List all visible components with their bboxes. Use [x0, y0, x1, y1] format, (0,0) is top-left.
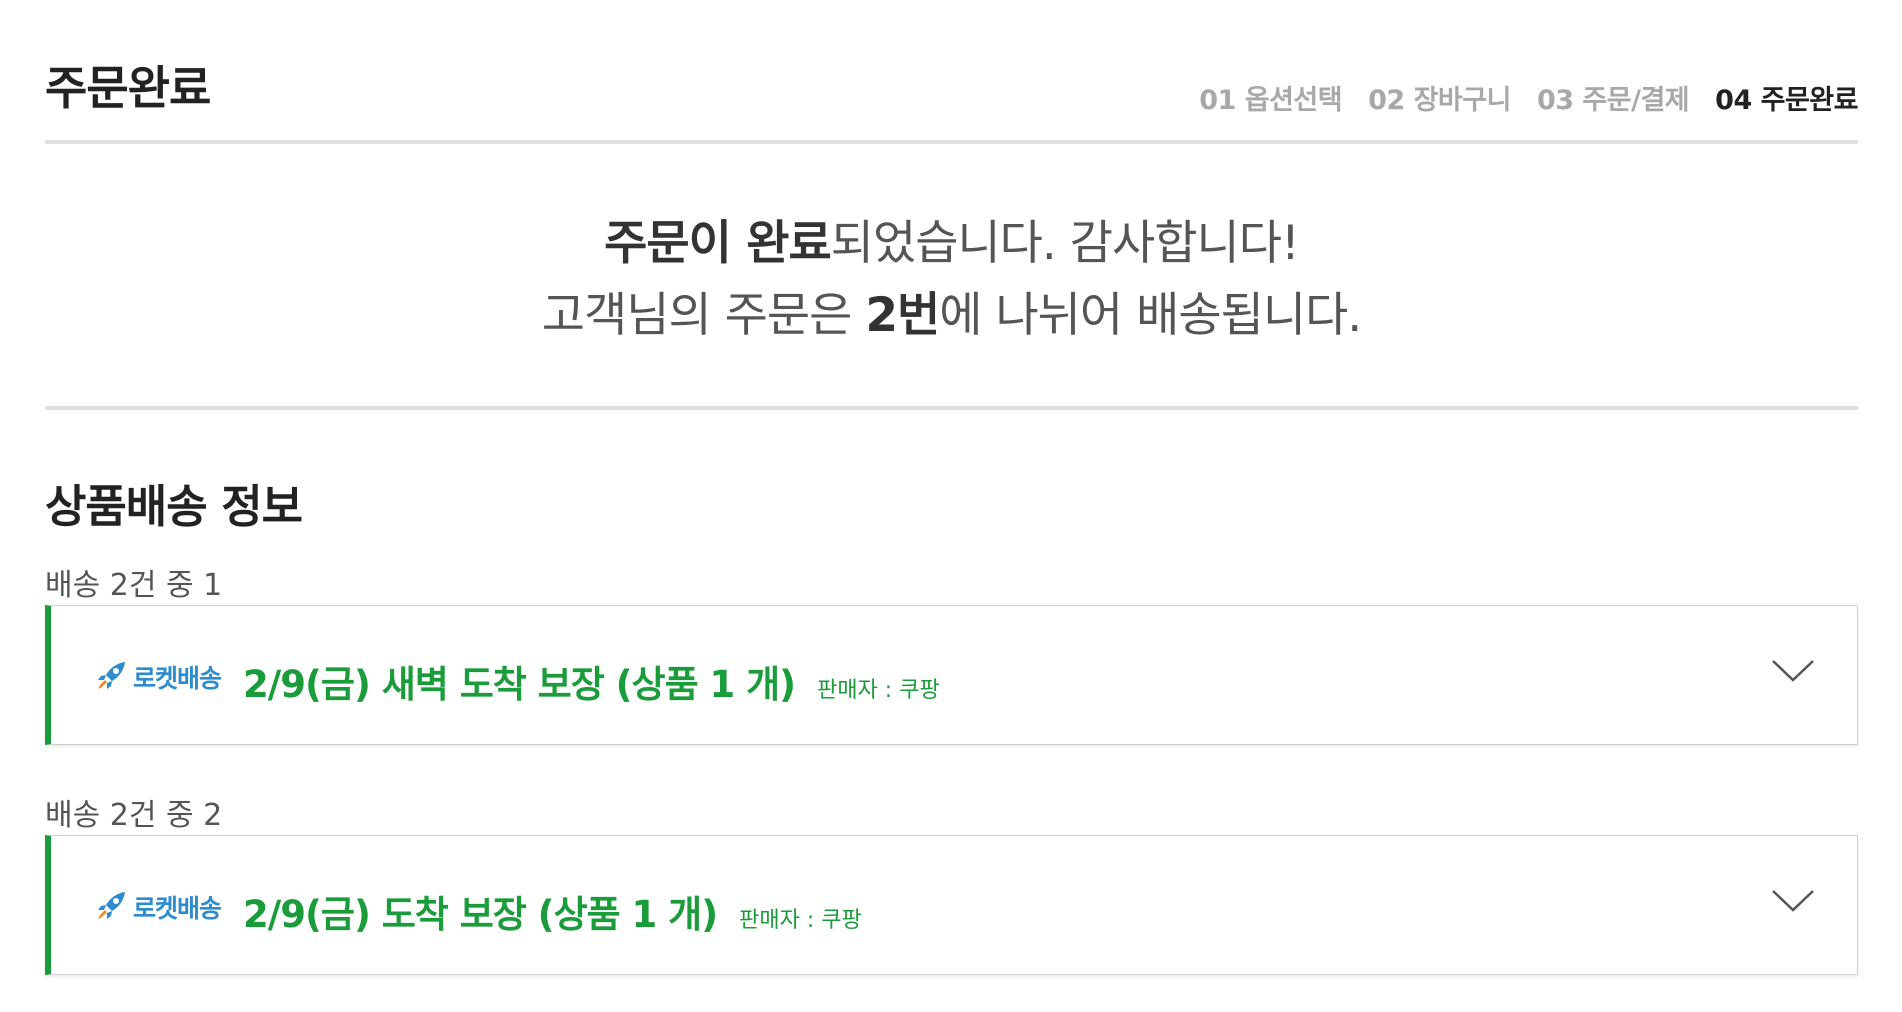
- shipment-card[interactable]: 로켓배송 2/9(금) 도착 보장 (상품 1 개) 판매자 : 쿠팡: [45, 835, 1858, 975]
- step-checkout: 03 주문/결제: [1536, 85, 1690, 116]
- chevron-down-icon[interactable]: [1771, 888, 1815, 918]
- completion-line-1: 주문이 완료되었습니다. 감사합니다!: [45, 204, 1858, 273]
- shipment-summary-row: 로켓배송 2/9(금) 새벽 도착 보장 (상품 1 개) 판매자 : 쿠팡: [95, 654, 940, 708]
- shipment-summary-row: 로켓배송 2/9(금) 도착 보장 (상품 1 개) 판매자 : 쿠팡: [95, 884, 862, 938]
- delivery-guarantee: 2/9(금) 새벽 도착 보장 (상품 1 개): [243, 663, 796, 706]
- rocket-icon: [95, 659, 131, 695]
- page-title: 주문완료: [45, 61, 211, 115]
- rocket-delivery-badge: 로켓배송: [95, 889, 222, 925]
- shipment-card[interactable]: 로켓배송 2/9(금) 새벽 도착 보장 (상품 1 개) 판매자 : 쿠팡: [45, 605, 1858, 745]
- delivery-guarantee: 2/9(금) 도착 보장 (상품 1 개): [243, 893, 718, 936]
- completion-emphasis: 주문이 완료: [604, 216, 832, 271]
- rocket-delivery-text: 로켓배송: [133, 894, 222, 923]
- section-title-shipping-info: 상품배송 정보: [45, 480, 303, 533]
- split-shipping-prefix: 고객님의 주문은: [541, 288, 866, 343]
- page-header: 주문완료 01 옵션선택 02 장바구니 03 주문/결제 04 주문완료: [45, 0, 1858, 144]
- rocket-icon: [95, 889, 131, 925]
- rocket-delivery-badge: 로켓배송: [95, 659, 222, 695]
- rocket-delivery-text: 로켓배송: [133, 664, 222, 693]
- completion-message: 주문이 완료되었습니다. 감사합니다! 고객님의 주문은 2번에 나뉘어 배송됩…: [45, 144, 1858, 410]
- step-cart: 02 장바구니: [1368, 85, 1511, 116]
- completion-text: 되었습니다. 감사합니다!: [830, 216, 1300, 271]
- seller-info: 판매자 : 쿠팡: [739, 908, 862, 933]
- split-shipping-suffix: 에 나뉘어 배송됩니다.: [939, 288, 1362, 343]
- shipment-label: 배송 2건 중 1: [45, 568, 223, 603]
- shipment-label: 배송 2건 중 2: [45, 798, 223, 833]
- seller-info: 판매자 : 쿠팡: [817, 678, 940, 703]
- chevron-down-icon[interactable]: [1771, 658, 1815, 688]
- completion-line-2: 고객님의 주문은 2번에 나뉘어 배송됩니다.: [45, 276, 1858, 345]
- order-steps: 01 옵션선택 02 장바구니 03 주문/결제 04 주문완료: [1199, 78, 1858, 117]
- step-order-complete: 04 주문완료: [1715, 85, 1858, 116]
- split-shipping-count: 2번: [865, 288, 940, 343]
- step-option-select: 01 옵션선택: [1199, 85, 1343, 116]
- order-complete-page: 주문완료 01 옵션선택 02 장바구니 03 주문/결제 04 주문완료 주문…: [45, 0, 1858, 975]
